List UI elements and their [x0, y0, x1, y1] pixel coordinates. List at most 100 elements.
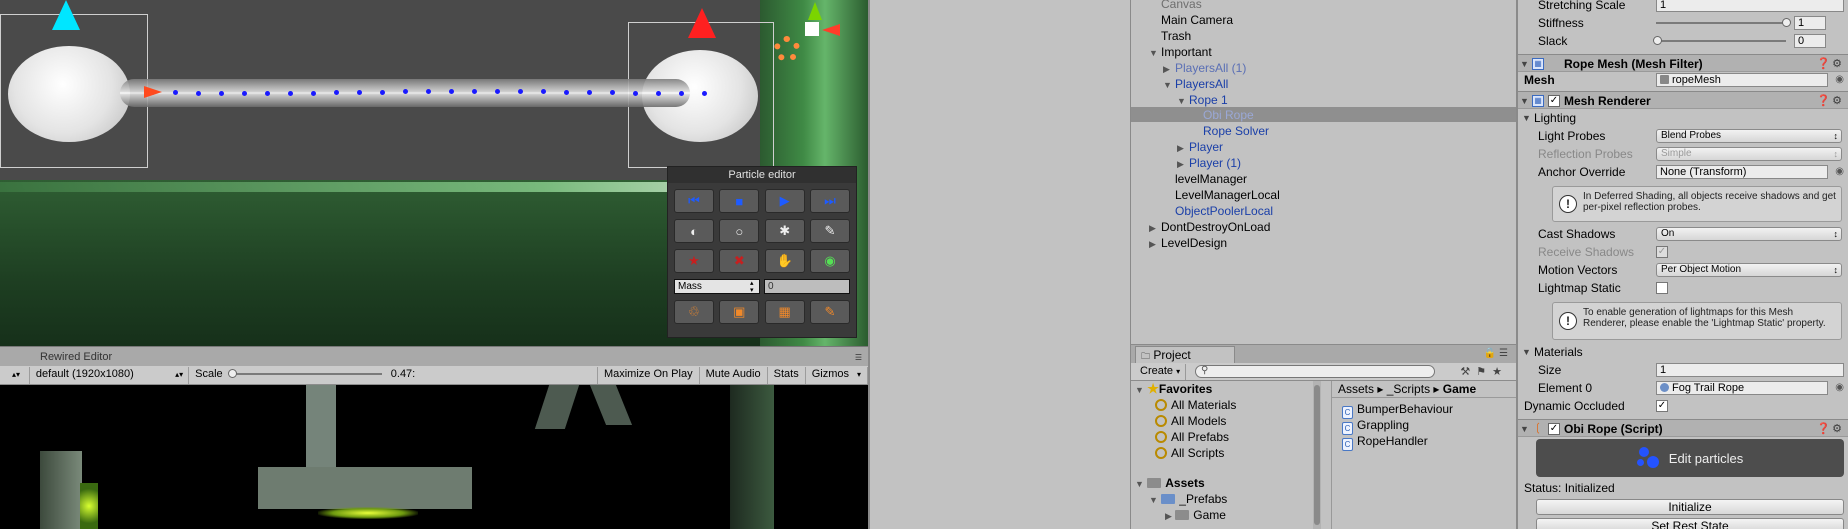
rope-particle[interactable] — [219, 91, 224, 96]
rope-particle[interactable] — [196, 91, 201, 96]
favorite-item[interactable]: All Models — [1155, 413, 1226, 429]
stiffness-slider[interactable] — [1656, 18, 1791, 27]
fill-button[interactable]: ♲ — [674, 300, 714, 324]
expand-arrow-icon[interactable]: ▼ — [1520, 92, 1529, 110]
slider-thumb[interactable] — [1782, 18, 1791, 27]
breadcrumb-item[interactable]: Game — [1443, 382, 1476, 396]
stretching-scale-field[interactable]: 1 — [1656, 0, 1844, 12]
rope-particle[interactable] — [633, 91, 638, 96]
breadcrumb-item[interactable]: Assets — [1338, 382, 1374, 396]
rope-particle[interactable] — [380, 90, 385, 95]
property-select[interactable]: Mass — [674, 279, 760, 294]
obi-rope-enabled-checkbox[interactable]: ✓ — [1548, 423, 1560, 435]
favorite-item[interactable]: All Materials — [1155, 397, 1236, 413]
hierarchy-item-dontdestroyonload[interactable]: ▶ DontDestroyOnLoad — [1149, 219, 1270, 235]
favorites-folder[interactable]: ▼ ★Favorites — [1135, 381, 1212, 397]
panel-menu-icon[interactable]: ☰ — [855, 353, 862, 362]
favorite-item[interactable]: All Prefabs — [1155, 429, 1229, 445]
rope-particle[interactable] — [357, 90, 362, 95]
hierarchy-item-leveldesign[interactable]: ▶ LevelDesign — [1149, 235, 1227, 251]
rope-particle[interactable] — [472, 89, 477, 94]
select-brush-button[interactable]: ✱ — [764, 219, 805, 243]
project-search-input[interactable]: ⚲ — [1195, 365, 1435, 378]
hierarchy-item-player-1[interactable]: ▶ Player (1) — [1177, 155, 1241, 171]
set-rest-state-button[interactable]: Set Rest State — [1536, 518, 1844, 529]
rope-particle[interactable] — [173, 90, 178, 95]
property-value-field[interactable]: 0 — [764, 279, 850, 294]
maximize-on-play-toggle[interactable]: Maximize On Play — [596, 366, 700, 384]
rope-particle[interactable] — [288, 91, 293, 96]
play-button[interactable]: ▶ — [764, 189, 805, 213]
hierarchy-item-playersall[interactable]: ▼ PlayersAll — [1163, 76, 1228, 92]
rope-particle[interactable] — [587, 90, 592, 95]
component-settings-icon[interactable]: ❓⚙ — [1816, 92, 1844, 110]
slider-thumb[interactable] — [1653, 36, 1662, 45]
cast-shadows-dropdown[interactable]: On — [1656, 227, 1842, 241]
materials-foldout[interactable]: ▼ Materials — [1518, 343, 1848, 361]
fix-particles-button[interactable]: ★ — [674, 249, 714, 273]
prefabs-folder[interactable]: ▼ _Prefabs — [1149, 491, 1227, 507]
mesh-filter-header[interactable]: ▼ ▦ Rope Mesh (Mesh Filter) ❓⚙ — [1518, 54, 1848, 72]
rope-particle[interactable] — [242, 91, 247, 96]
noise-button[interactable]: ▦ — [764, 300, 805, 324]
rope-particle[interactable] — [426, 89, 431, 94]
expand-arrow-icon[interactable]: ▼ — [1520, 420, 1529, 438]
game-viewport[interactable] — [0, 385, 868, 529]
object-picker-icon[interactable]: ◉ — [1835, 163, 1844, 181]
rope-particle[interactable] — [656, 91, 661, 96]
axis-gizmo-icon[interactable] — [805, 22, 819, 36]
filter-icons[interactable]: ⚒⚑★ — [1460, 365, 1508, 378]
collapse-arrow-icon[interactable]: ▶ — [1165, 511, 1172, 521]
assets-folder[interactable]: ▼ Assets — [1135, 475, 1205, 491]
axis-x-arrow-icon[interactable] — [822, 24, 840, 36]
materials-size-field[interactable]: 1 — [1656, 363, 1844, 377]
light-cone-cyan-icon[interactable] — [52, 0, 80, 30]
create-dropdown[interactable]: Create ▾ — [1135, 364, 1187, 380]
mute-audio-toggle[interactable]: Mute Audio — [700, 366, 768, 384]
obi-rope-header[interactable]: ▼ ❲ ✓ Obi Rope (Script) ❓⚙ — [1518, 419, 1848, 437]
stiffness-field[interactable]: 1 — [1794, 16, 1826, 30]
object-picker-icon[interactable]: ◉ — [1835, 379, 1844, 397]
hand-button[interactable]: ✋ — [764, 249, 805, 273]
step-forward-button[interactable]: ⏭ — [809, 189, 850, 213]
rope-particle[interactable] — [334, 90, 339, 95]
scale-control[interactable]: Scale 0.47: — [189, 367, 597, 384]
rope-particle[interactable] — [564, 90, 569, 95]
slack-slider[interactable] — [1653, 36, 1786, 45]
expand-arrow-icon[interactable]: ▼ — [1149, 495, 1158, 505]
collapse-arrow-icon[interactable]: ▶ — [1149, 220, 1161, 236]
scale-slider[interactable] — [227, 368, 382, 378]
expand-arrow-icon[interactable]: ▼ — [1149, 45, 1161, 61]
handle-arrow-icon[interactable] — [144, 86, 162, 98]
hierarchy-item-canvas[interactable]: Canvas — [1161, 0, 1202, 12]
stop-button[interactable]: ■ — [719, 189, 760, 213]
hierarchy-item-objectpoolerlocal[interactable]: ObjectPoolerLocal — [1175, 203, 1273, 219]
expand-arrow-icon[interactable]: ▼ — [1135, 385, 1144, 395]
mesh-object-field[interactable]: ropeMesh — [1656, 73, 1828, 87]
tab-rewired-editor[interactable]: Rewired Editor — [40, 351, 112, 363]
axis-y-arrow-icon[interactable] — [808, 2, 822, 20]
rope-particle[interactable] — [403, 89, 408, 94]
hierarchy-item-rope-1[interactable]: ▼ Rope 1 — [1177, 92, 1228, 108]
visibility-eye-button[interactable]: ◉ — [809, 249, 850, 273]
mesh-renderer-header[interactable]: ▼ ▦ ✓ Mesh Renderer ❓⚙ — [1518, 91, 1848, 109]
dynamic-occluded-checkbox[interactable]: ✓ — [1656, 400, 1668, 412]
light-probes-dropdown[interactable]: Blend Probes — [1656, 129, 1842, 143]
expand-arrow-icon[interactable]: ▼ — [1522, 343, 1531, 361]
expand-arrow-icon[interactable]: ▼ — [1522, 109, 1531, 127]
anchor-override-field[interactable]: None (Transform) — [1656, 165, 1828, 179]
collapse-arrow-icon[interactable]: ▶ — [1177, 156, 1189, 172]
collapse-arrow-icon[interactable]: ▶ — [1177, 140, 1189, 156]
mesh-renderer-enabled-checkbox[interactable]: ✓ — [1548, 95, 1560, 107]
rope-particle[interactable] — [610, 90, 615, 95]
object-picker-icon[interactable]: ◉ — [1835, 71, 1844, 89]
rope-particle[interactable] — [679, 91, 684, 96]
select-all-button[interactable]: ◐ — [674, 219, 714, 243]
rope-particle[interactable] — [449, 89, 454, 94]
hierarchy-item-levelmanager[interactable]: levelManager — [1175, 171, 1247, 187]
expand-arrow-icon[interactable]: ▼ — [1163, 77, 1175, 93]
rope-particle[interactable] — [702, 91, 707, 96]
expand-arrow-icon[interactable]: ▼ — [1135, 479, 1144, 489]
hierarchy-item-player[interactable]: ▶ Player — [1177, 139, 1223, 155]
script-file[interactable]: C RopeHandler — [1342, 433, 1428, 451]
